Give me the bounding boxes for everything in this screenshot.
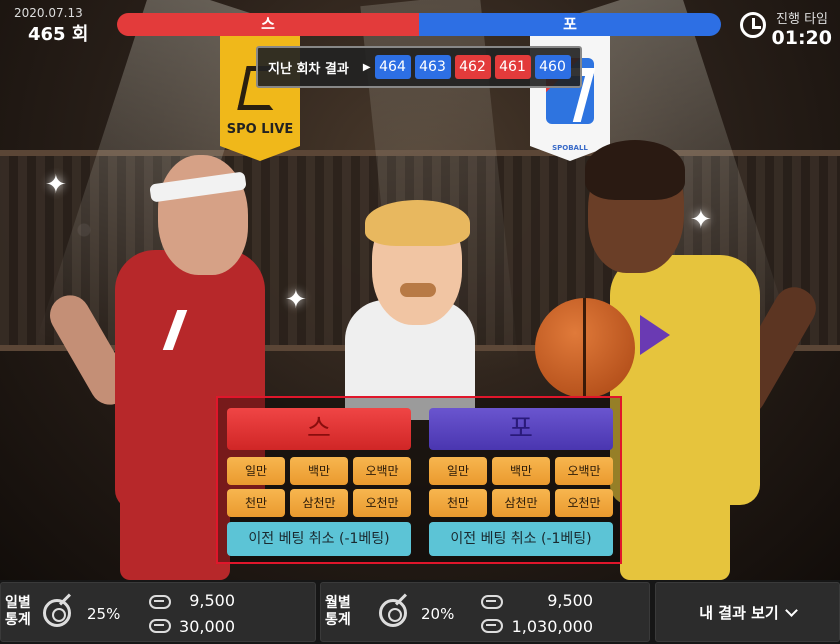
chevron-down-icon [784, 604, 798, 617]
play-arrow-icon: ▶ [362, 61, 371, 73]
result-chip: 464 [374, 55, 411, 79]
bet-amount-button[interactable]: 삼천만 [492, 489, 550, 517]
stats-footer: 일별 통계 25% 9,500 30,000 월별 통계 20% 9,500 1… [0, 580, 840, 644]
betting-panel: 스 일만 백만 오백만 천만 삼천만 오천만 이전 베팅 취소 (-1베팅) 포… [216, 396, 622, 564]
bet-team-left-button[interactable]: 스 [227, 408, 411, 450]
daily-value-1: 9,500 [189, 591, 235, 610]
timer-label: 진행 타임 [776, 12, 828, 27]
bet-amount-button[interactable]: 백만 [290, 457, 348, 485]
bet-amount-button[interactable]: 천만 [429, 489, 487, 517]
monthly-stats-label: 월별 통계 [325, 595, 351, 628]
target-icon [43, 599, 71, 627]
cancel-bet-left-button[interactable]: 이전 베팅 취소 (-1베팅) [227, 522, 411, 556]
bet-amount-button[interactable]: 일만 [227, 457, 285, 485]
result-chip: 461 [494, 55, 531, 79]
target-icon [379, 599, 407, 627]
monthly-stats: 월별 통계 20% 9,500 1,030,000 [320, 582, 650, 642]
result-chip: 463 [414, 55, 451, 79]
recent-results: 지난 회차 결과 ▶ 464 463 462 461 460 [256, 46, 582, 88]
team-right-label: 포 [419, 13, 721, 36]
bet-amount-button[interactable]: 오백만 [353, 457, 411, 485]
sparkle-icon: ✦ [45, 170, 67, 200]
recent-results-label: 지난 회차 결과 [268, 61, 349, 77]
bet-amount-button[interactable]: 삼천만 [290, 489, 348, 517]
coin-stack-icon [481, 595, 503, 609]
yellow-player-hair [585, 140, 685, 200]
game-date: 2020.07.13 [14, 6, 83, 20]
bet-amount-button[interactable]: 백만 [492, 457, 550, 485]
bet-column-right: 포 일만 백만 오백만 천만 삼천만 오천만 이전 베팅 취소 (-1베팅) [429, 408, 613, 556]
daily-stats-label: 일별 통계 [5, 595, 31, 628]
red-player-shorts [120, 480, 230, 580]
bet-amount-button[interactable]: 천만 [227, 489, 285, 517]
bet-amount-button[interactable]: 오천만 [555, 489, 613, 517]
bet-amounts-left: 일만 백만 오백만 천만 삼천만 오천만 [227, 457, 411, 517]
clock-icon [739, 12, 766, 38]
round-number: 465 회 [28, 24, 89, 45]
yellow-jersey-logo-icon [640, 315, 670, 355]
bet-amount-button[interactable]: 일만 [429, 457, 487, 485]
basketball-icon [535, 298, 635, 398]
coin-stack-icon [481, 619, 503, 633]
referee-mustache [400, 283, 436, 297]
result-chip: 462 [454, 55, 491, 79]
team-ratio-bar: 스 포 [117, 13, 721, 36]
timer: 진행 타임 01:20 [739, 8, 832, 49]
coin-stack-icon [149, 595, 171, 609]
daily-value-2: 30,000 [179, 617, 235, 636]
bet-amount-button[interactable]: 오천만 [353, 489, 411, 517]
daily-percent: 25% [87, 605, 121, 623]
monthly-value-1: 9,500 [547, 591, 593, 610]
bet-amount-button[interactable]: 오백만 [555, 457, 613, 485]
timer-value: 01:20 [771, 27, 832, 49]
daily-stats: 일별 통계 25% 9,500 30,000 [0, 582, 316, 642]
result-chip: 460 [534, 55, 571, 79]
my-results-button[interactable]: 내 결과 보기 [655, 582, 840, 642]
coin-stack-icon [149, 619, 171, 633]
bet-amounts-right: 일만 백만 오백만 천만 삼천만 오천만 [429, 457, 613, 517]
monthly-value-2: 1,030,000 [511, 617, 593, 636]
cancel-bet-right-button[interactable]: 이전 베팅 취소 (-1베팅) [429, 522, 613, 556]
sparkle-icon: ✦ [690, 205, 712, 235]
team-left-label: 스 [117, 13, 419, 36]
banner-left-text: SPO LIVE [226, 122, 294, 137]
yellow-player-jersey [610, 255, 760, 505]
my-results-label: 내 결과 보기 [699, 604, 779, 622]
monthly-percent: 20% [421, 605, 455, 623]
referee-hair [365, 200, 470, 246]
yellow-player-shorts [620, 480, 730, 580]
bet-team-right-button[interactable]: 포 [429, 408, 613, 450]
bet-column-left: 스 일만 백만 오백만 천만 삼천만 오천만 이전 베팅 취소 (-1베팅) [227, 408, 411, 556]
sparkle-icon: ✦ [285, 285, 307, 315]
